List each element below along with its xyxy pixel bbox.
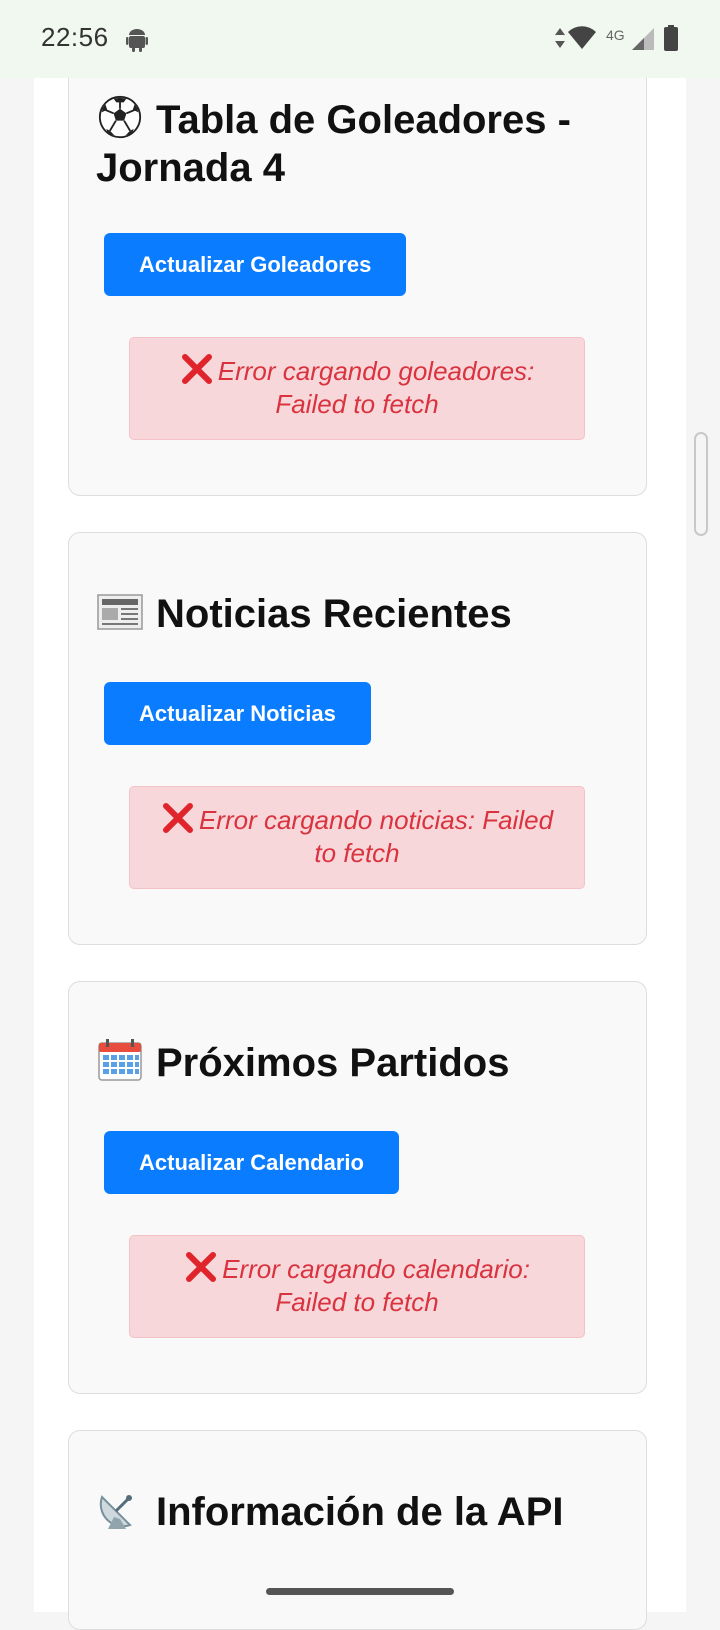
news-error-text: Error cargando noticias: Failed to fetch bbox=[198, 805, 554, 868]
update-scorers-button[interactable]: Actualizar Goleadores bbox=[104, 233, 407, 296]
cross-mark-icon bbox=[186, 1252, 217, 1282]
android-icon bbox=[126, 29, 148, 52]
api-info-title-text: Información de la API bbox=[156, 1490, 564, 1534]
api-info-card: Información de la API bbox=[68, 1430, 647, 1630]
network-type: 4G bbox=[606, 27, 625, 43]
calendar-icon bbox=[98, 1039, 142, 1081]
scorers-title-text: Tabla de Goleadores - Jornada 4 bbox=[96, 98, 571, 190]
matches-card: Próximos Partidos Actualizar Calendario … bbox=[68, 981, 647, 1394]
matches-error-text: Error cargando calendario: Failed to fet… bbox=[222, 1254, 530, 1317]
matches-title: Próximos Partidos bbox=[96, 1038, 626, 1087]
news-title-text: Noticias Recientes bbox=[156, 592, 512, 636]
status-icons: 4G bbox=[550, 22, 720, 56]
status-time: 22:56 bbox=[41, 22, 109, 52]
scorers-title: Tabla de Goleadores - Jornada 4 bbox=[96, 95, 626, 192]
status-bar: 22:56 4G bbox=[0, 0, 720, 78]
satellite-dish-icon bbox=[99, 1495, 132, 1529]
cross-mark-icon bbox=[181, 354, 212, 384]
page-content: Tabla de Goleadores - Jornada 4 Actualiz… bbox=[34, 0, 686, 1630]
page-scrollbar[interactable] bbox=[694, 432, 708, 536]
matches-error-message: Error cargando calendario: Failed to fet… bbox=[129, 1235, 585, 1338]
matches-title-text: Próximos Partidos bbox=[156, 1041, 510, 1085]
scorers-error-text: Error cargando goleadores: Failed to fet… bbox=[217, 356, 535, 419]
api-info-title: Información de la API bbox=[96, 1487, 626, 1536]
news-error-message: Error cargando noticias: Failed to fetch bbox=[129, 786, 585, 889]
wifi-icon bbox=[568, 26, 596, 49]
scorers-error-message: Error cargando goleadores: Failed to fet… bbox=[129, 337, 585, 440]
scorers-card: Tabla de Goleadores - Jornada 4 Actualiz… bbox=[68, 40, 647, 496]
news-card: Noticias Recientes Actualizar Noticias E… bbox=[68, 532, 647, 945]
battery-icon bbox=[664, 25, 678, 51]
newspaper-icon bbox=[97, 594, 143, 630]
soccer-ball-icon bbox=[98, 95, 142, 139]
signal-icon bbox=[632, 28, 654, 50]
update-news-button[interactable]: Actualizar Noticias bbox=[104, 682, 371, 745]
home-indicator[interactable] bbox=[266, 1588, 454, 1595]
cross-mark-icon bbox=[162, 803, 193, 833]
update-calendar-button[interactable]: Actualizar Calendario bbox=[104, 1131, 399, 1194]
news-title: Noticias Recientes bbox=[96, 589, 626, 638]
data-arrows-icon bbox=[555, 28, 565, 48]
